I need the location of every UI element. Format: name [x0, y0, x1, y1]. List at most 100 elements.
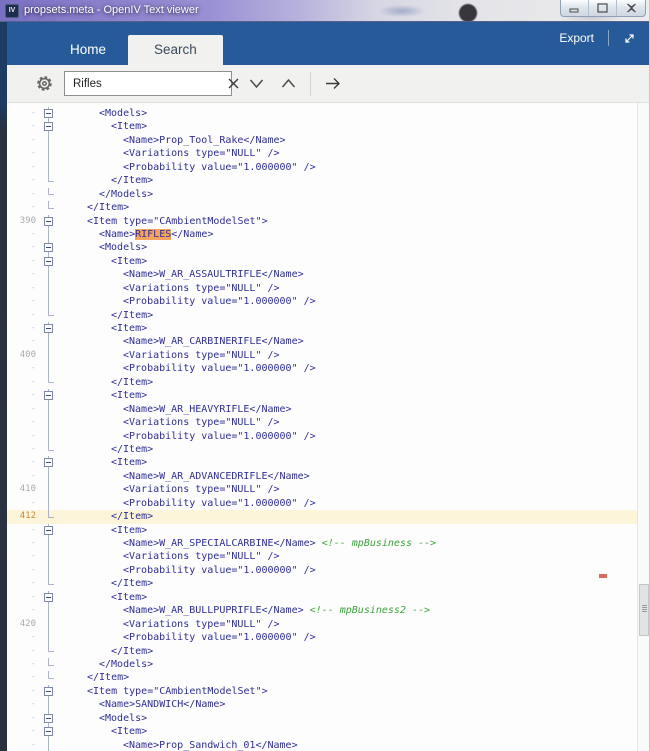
line-number: -: [7, 456, 41, 469]
code-line[interactable]: -<Item type="CAmbientModelSet">: [7, 685, 637, 698]
code-line[interactable]: -<Models>: [7, 712, 637, 725]
code-line[interactable]: -</Item>: [7, 201, 637, 214]
maximize-icon: [597, 3, 608, 13]
code-line[interactable]: -<Name>W_AR_CARBINERIFLE</Name>: [7, 335, 637, 348]
code-line[interactable]: 410<Variations type="NULL" />: [7, 483, 637, 496]
code-text: <Variations type="NULL" />: [57, 416, 280, 429]
code-text: </Item>: [57, 510, 153, 523]
code-line[interactable]: -<Probability value="1.000000" />: [7, 362, 637, 375]
code-line[interactable]: -<Item>: [7, 255, 637, 268]
fold-toggle-icon[interactable]: [41, 712, 57, 725]
code-line[interactable]: -<Name>W_AR_BULLPUPRIFLE</Name> <!-- mpB…: [7, 604, 637, 617]
find-next-button[interactable]: [240, 70, 272, 98]
code-line[interactable]: -</Item>: [7, 309, 637, 322]
search-box: [64, 71, 232, 96]
search-result-marker: [599, 574, 607, 578]
tab-home[interactable]: Home: [48, 35, 128, 65]
code-text: <Name>W_AR_BULLPUPRIFLE</Name> <!-- mpBu…: [57, 604, 430, 617]
code-line[interactable]: -<Probability value="1.000000" />: [7, 564, 637, 577]
search-input[interactable]: [65, 78, 227, 90]
fold-toggle-icon[interactable]: [41, 215, 57, 228]
code-line[interactable]: 390<Item type="CAmbientModelSet">: [7, 215, 637, 228]
find-previous-button[interactable]: [272, 70, 304, 98]
code-line[interactable]: -</Item>: [7, 577, 637, 590]
code-line[interactable]: -</Models>: [7, 658, 637, 671]
code-line[interactable]: -<Name>W_AR_HEAVYRIFLE</Name>: [7, 403, 637, 416]
code-line[interactable]: -<Models>: [7, 107, 637, 120]
code-line[interactable]: -<Probability value="1.000000" />: [7, 161, 637, 174]
fold-toggle-icon[interactable]: [41, 524, 57, 537]
code-line[interactable]: -</Item>: [7, 443, 637, 456]
code-line[interactable]: -<Name>SANDWICH</Name>: [7, 698, 637, 711]
code-line[interactable]: -<Name>W_AR_ASSAULTRIFLE</Name>: [7, 268, 637, 281]
fold-guide: [41, 416, 57, 429]
fold-toggle-icon[interactable]: [41, 255, 57, 268]
code-line[interactable]: -<Item>: [7, 322, 637, 335]
clear-search-button[interactable]: [227, 72, 240, 95]
code-line[interactable]: -<Name>Prop_Sandwich_01</Name>: [7, 739, 637, 751]
code-text: <Item>: [57, 389, 147, 402]
fold-toggle-icon[interactable]: [41, 322, 57, 335]
scrollbar-thumb[interactable]: [639, 584, 649, 636]
code-line[interactable]: -<Probability value="1.000000" />: [7, 430, 637, 443]
code-text: <Item>: [57, 322, 147, 335]
code-line[interactable]: -<Variations type="NULL" />: [7, 550, 637, 563]
code-line[interactable]: -<Variations type="NULL" />: [7, 282, 637, 295]
close-button[interactable]: [617, 0, 645, 16]
vertical-scrollbar[interactable]: [637, 103, 650, 751]
line-number: -: [7, 430, 41, 443]
line-number: -: [7, 550, 41, 563]
code-line[interactable]: -</Item>: [7, 174, 637, 187]
code-line[interactable]: 412</Item>: [7, 510, 637, 523]
code-line[interactable]: -<Item>: [7, 591, 637, 604]
close-icon: [626, 3, 637, 13]
code-line[interactable]: -<Item>: [7, 120, 637, 133]
line-number: -: [7, 107, 41, 120]
fold-toggle-icon[interactable]: [41, 456, 57, 469]
code-line[interactable]: -<Item>: [7, 389, 637, 402]
fold-toggle-icon[interactable]: [41, 389, 57, 402]
line-number: -: [7, 725, 41, 738]
code-line[interactable]: -<Item>: [7, 725, 637, 738]
code-line[interactable]: -<Models>: [7, 241, 637, 254]
code-line[interactable]: -<Name>W_AR_SPECIALCARBINE</Name> <!-- m…: [7, 537, 637, 550]
fold-toggle-icon[interactable]: [41, 725, 57, 738]
code-line[interactable]: 420<Variations type="NULL" />: [7, 618, 637, 631]
minimize-button[interactable]: [561, 0, 589, 16]
go-to-button[interactable]: [317, 70, 349, 98]
fold-toggle-icon[interactable]: [41, 591, 57, 604]
expand-icon[interactable]: [623, 32, 636, 45]
code-line[interactable]: -<Item>: [7, 456, 637, 469]
code-line[interactable]: -<Probability value="1.000000" />: [7, 631, 637, 644]
code-line[interactable]: -<Name>RIFLES</Name>: [7, 228, 637, 241]
search-settings-button[interactable]: [26, 74, 62, 93]
line-number: -: [7, 577, 41, 590]
fold-guide: [41, 362, 57, 375]
code-text: </Item>: [57, 645, 153, 658]
code-line[interactable]: -<Name>Prop_Tool_Rake</Name>: [7, 134, 637, 147]
maximize-button[interactable]: [589, 0, 617, 16]
code-line[interactable]: -</Item>: [7, 671, 637, 684]
code-line[interactable]: -<Probability value="1.000000" />: [7, 295, 637, 308]
code-text: </Item>: [57, 174, 153, 187]
fold-toggle-icon[interactable]: [41, 241, 57, 254]
fold-toggle-icon[interactable]: [41, 120, 57, 133]
fold-toggle-icon[interactable]: [41, 107, 57, 120]
code-line[interactable]: - </Item>: [7, 645, 637, 658]
tab-search[interactable]: Search: [128, 35, 223, 65]
fold-guide: [41, 698, 57, 711]
code-line[interactable]: -</Item>: [7, 376, 637, 389]
code-line[interactable]: -<Item>: [7, 524, 637, 537]
code-editor[interactable]: -<Models>-<Item>-<Name>Prop_Tool_Rake</N…: [7, 103, 637, 751]
code-line[interactable]: 400<Variations type="NULL" />: [7, 349, 637, 362]
export-button[interactable]: Export: [559, 31, 594, 45]
code-line[interactable]: -</Models>: [7, 188, 637, 201]
fold-guide: [41, 268, 57, 281]
code-line[interactable]: -<Variations type="NULL" />: [7, 416, 637, 429]
code-line[interactable]: -<Variations type="NULL" />: [7, 147, 637, 160]
line-number: -: [7, 645, 41, 658]
line-number: -: [7, 712, 41, 725]
code-line[interactable]: -<Name>W_AR_ADVANCEDRIFLE</Name>: [7, 470, 637, 483]
code-line[interactable]: -<Probability value="1.000000" />: [7, 497, 637, 510]
fold-toggle-icon[interactable]: [41, 685, 57, 698]
